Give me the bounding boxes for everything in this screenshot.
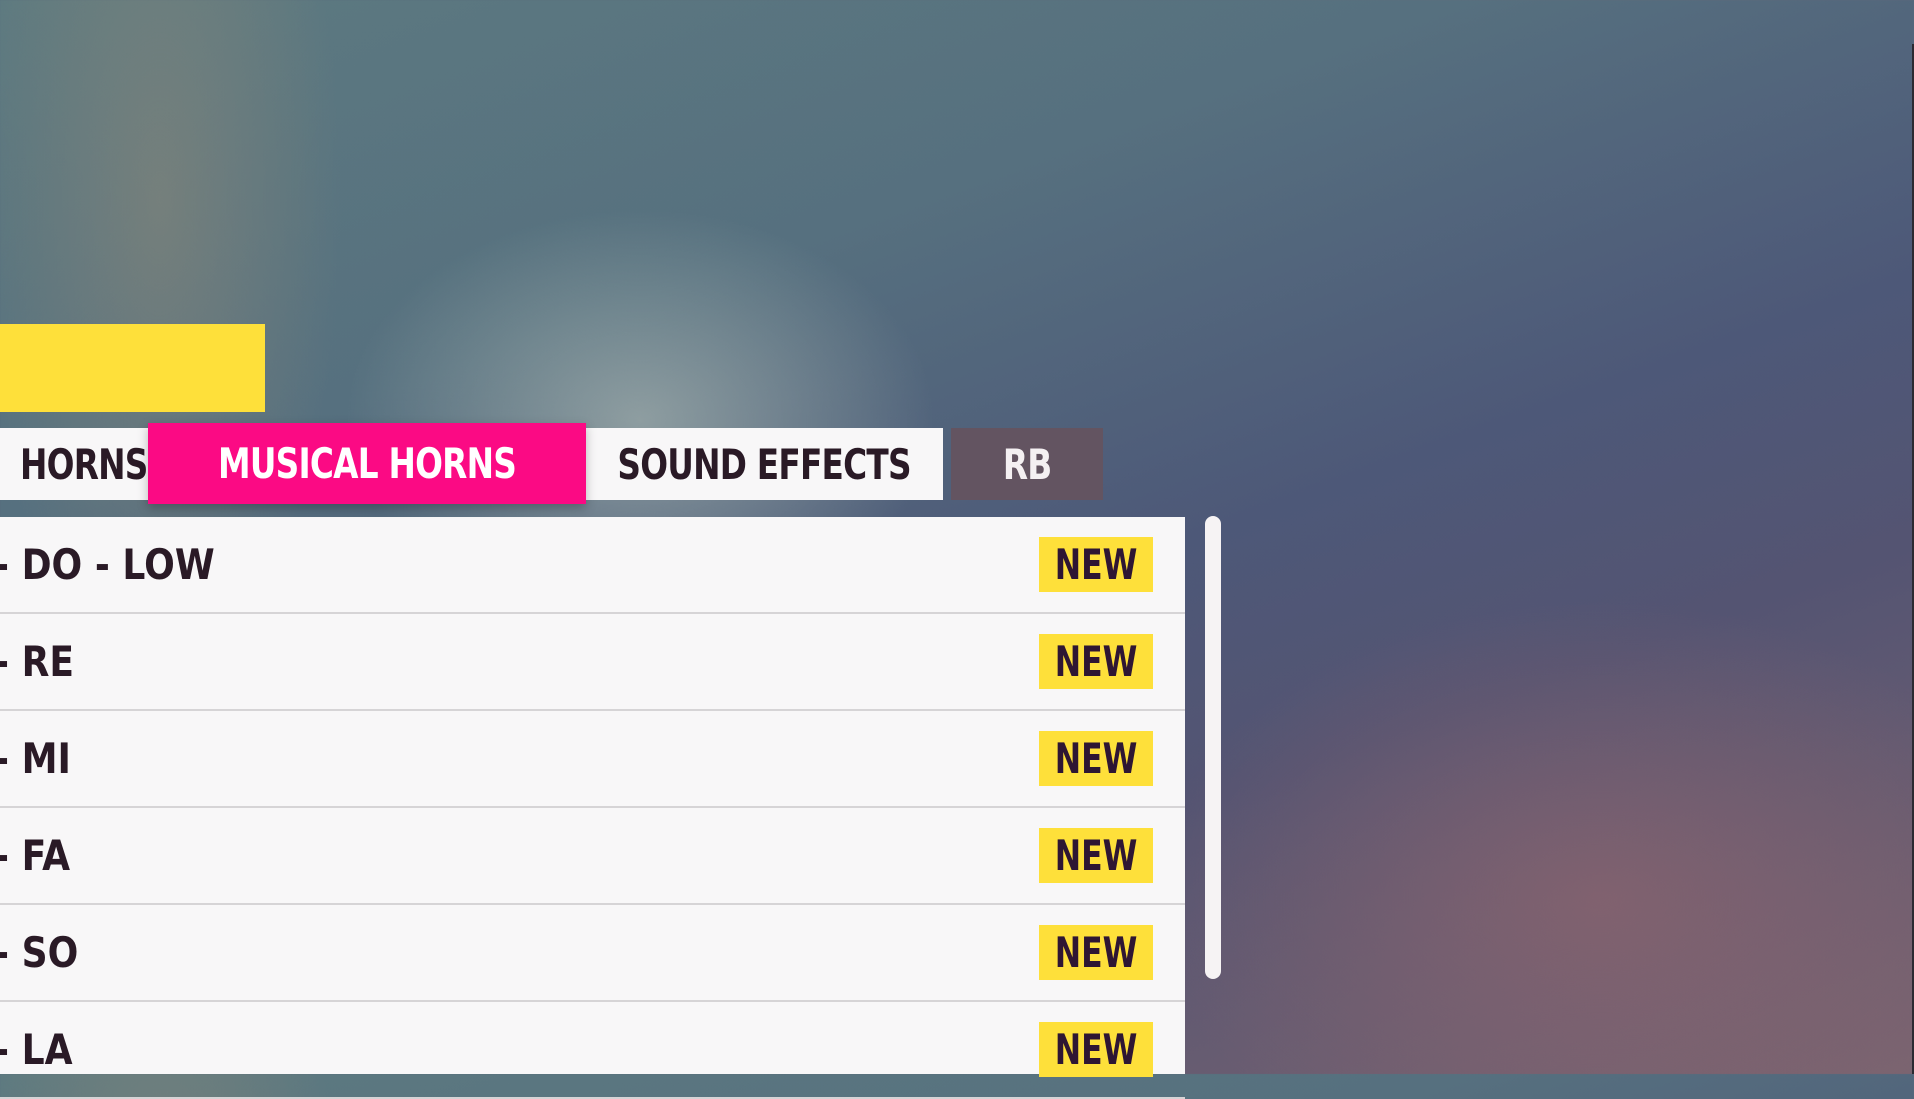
horn-name: - DO - LOW bbox=[0, 540, 215, 589]
new-badge: NEW bbox=[1039, 1022, 1153, 1077]
new-badge: NEW bbox=[1039, 925, 1153, 980]
list-item[interactable]: - DO - LOW NEW bbox=[0, 517, 1185, 614]
new-badge-label: NEW bbox=[1054, 734, 1138, 783]
tab-horns[interactable]: HORNS bbox=[0, 428, 149, 500]
tab-sound-effects[interactable]: SOUND EFFECTS bbox=[586, 428, 943, 500]
new-badge-label: NEW bbox=[1054, 540, 1138, 589]
new-badge-label: NEW bbox=[1054, 637, 1138, 686]
list-item[interactable]: - MI NEW bbox=[0, 711, 1185, 808]
new-badge-label: NEW bbox=[1054, 1025, 1138, 1074]
list-item[interactable]: - LA NEW bbox=[0, 1002, 1185, 1099]
new-badge-label: NEW bbox=[1054, 831, 1138, 880]
horn-name: - FA bbox=[0, 831, 71, 880]
tab-musical-horns[interactable]: MUSICAL HORNS bbox=[148, 423, 586, 504]
new-badge-label: NEW bbox=[1054, 928, 1138, 977]
section-header-block bbox=[0, 324, 265, 412]
horn-name: - SO bbox=[0, 928, 79, 977]
new-badge: NEW bbox=[1039, 634, 1153, 689]
horn-name: - LA bbox=[0, 1025, 73, 1074]
new-badge: NEW bbox=[1039, 828, 1153, 883]
horn-list: - DO - LOW NEW - RE NEW - MI NEW - FA NE… bbox=[0, 517, 1185, 1099]
list-item[interactable]: - FA NEW bbox=[0, 808, 1185, 905]
horn-name: - MI bbox=[0, 734, 71, 783]
rb-bumper-hint-button[interactable]: RB bbox=[951, 428, 1103, 500]
list-item[interactable]: - SO NEW bbox=[0, 905, 1185, 1002]
list-item[interactable]: - RE NEW bbox=[0, 614, 1185, 711]
new-badge: NEW bbox=[1039, 731, 1153, 786]
horn-name: - RE bbox=[0, 637, 75, 686]
new-badge: NEW bbox=[1039, 537, 1153, 592]
tab-label: SOUND EFFECTS bbox=[617, 439, 912, 489]
list-scrollbar[interactable] bbox=[1205, 516, 1221, 979]
tab-label: MUSICAL HORNS bbox=[217, 439, 517, 488]
rb-label: RB bbox=[1002, 439, 1052, 489]
tab-label: HORNS bbox=[20, 439, 148, 489]
